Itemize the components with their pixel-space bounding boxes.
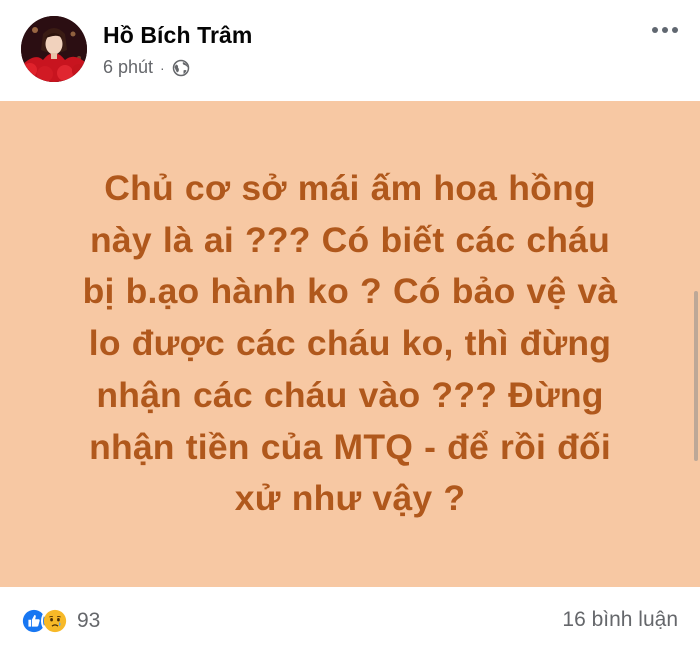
more-dot-icon — [662, 27, 668, 33]
more-dot-icon — [672, 27, 678, 33]
scrollbar[interactable] — [694, 291, 698, 461]
post-header: Hồ Bích Trâm 6 phút · — [0, 0, 700, 100]
reactions-summary[interactable]: 93 — [20, 607, 100, 635]
post-body-line: nhận tiền của MTQ - để rồi đối — [89, 426, 611, 467]
post-body: Chủ cơ sở mái ấm hoa hồng này là ai ??? … — [40, 163, 660, 525]
more-options-button[interactable] — [652, 27, 678, 33]
post-body-line: nhận các cháu vào ??? Đừng — [96, 374, 604, 415]
post-footer: 93 16 bình luận — [0, 587, 700, 658]
post-body-line: này là ai ??? Có biết các cháu — [89, 219, 610, 260]
post-body-line: Chủ cơ sở mái ấm hoa hồng — [104, 168, 596, 208]
post-banner: Chủ cơ sở mái ấm hoa hồng này là ai ??? … — [0, 101, 700, 587]
globe-icon — [172, 59, 190, 77]
post-body-line: lo được các cháu ko, thì đừng — [88, 323, 612, 364]
post-meta: 6 phút · — [103, 57, 190, 78]
sad-icon — [41, 607, 69, 635]
post-body-line: bị b.ạo hành ko ? Có bảo vệ và — [82, 271, 618, 312]
post-body-line: xử như vậy ? — [234, 478, 466, 519]
post-timestamp[interactable]: 6 phút — [103, 57, 153, 78]
meta-separator: · — [160, 59, 165, 76]
comments-count-link[interactable]: 16 bình luận — [562, 608, 678, 632]
avatar-image — [21, 16, 87, 82]
facebook-post: Hồ Bích Trâm 6 phút · Chủ cơ sở mái ấm h… — [0, 0, 700, 658]
author-name[interactable]: Hồ Bích Trâm — [103, 22, 252, 49]
reaction-count: 93 — [77, 609, 101, 632]
more-dot-icon — [652, 27, 658, 33]
avatar[interactable] — [21, 16, 87, 82]
